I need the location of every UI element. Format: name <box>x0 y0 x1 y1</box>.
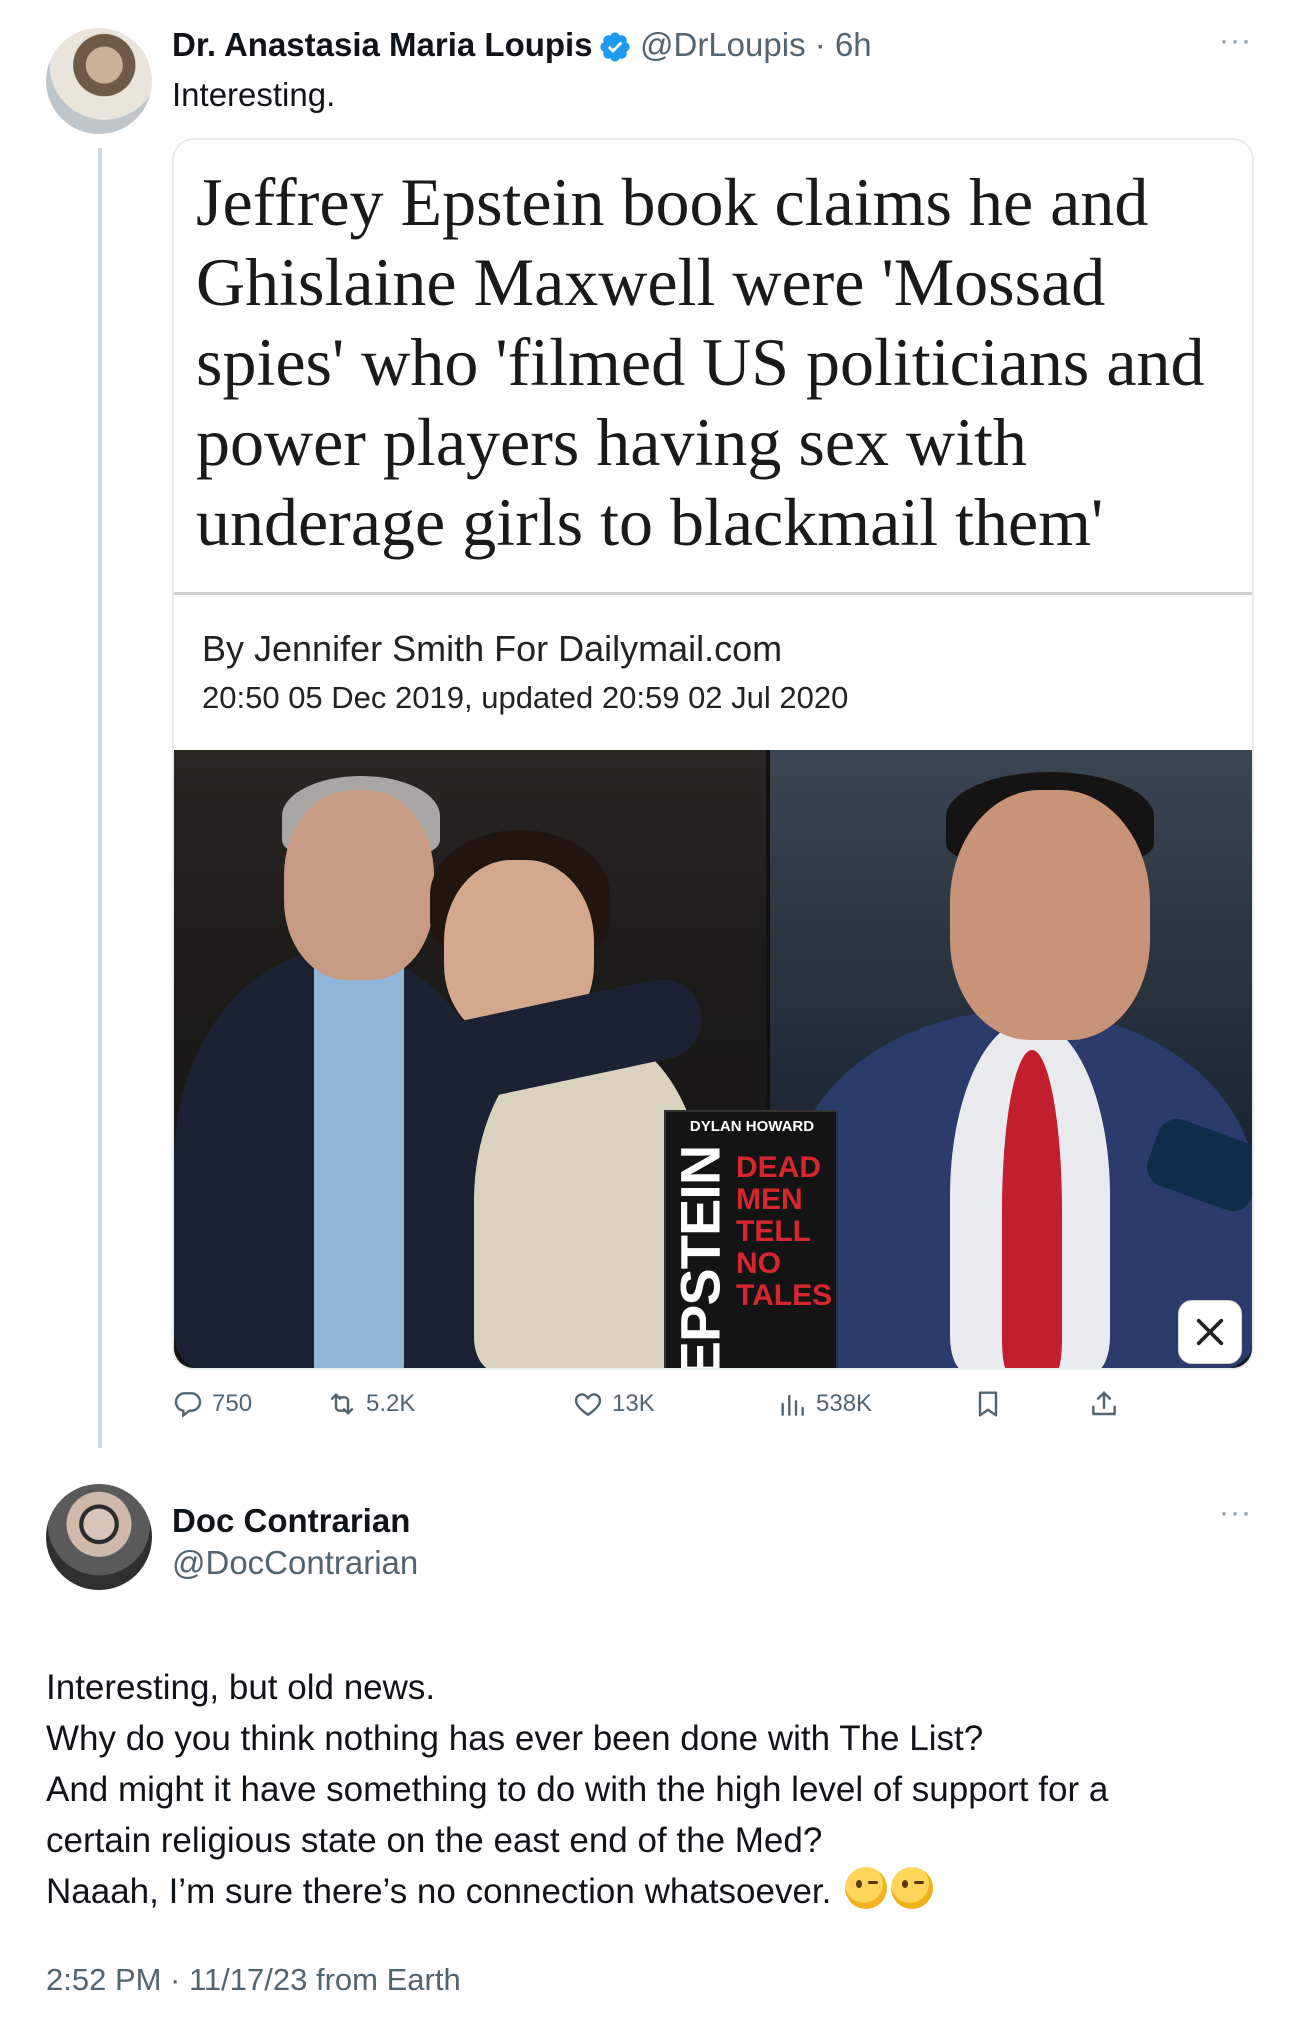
reply-text-line: Naaah, I’m sure there’s no connection wh… <box>46 1872 832 1911</box>
photo-right-panel <box>770 750 1252 1368</box>
winking-face-icon <box>845 1867 888 1909</box>
views-count: 538K <box>816 1390 873 1417</box>
reply-icon <box>174 1392 202 1418</box>
heart-icon <box>574 1393 602 1417</box>
reply-more-options-icon[interactable]: ··· <box>1219 1496 1252 1530</box>
tweet-text: Interesting. <box>172 76 336 113</box>
reply-text-line: And might it have something to do with t… <box>46 1770 1109 1809</box>
repost-button[interactable]: 5.2K <box>326 1388 415 1420</box>
book-author: DYLAN HOWARD <box>689 1118 815 1135</box>
like-button[interactable]: 13K <box>572 1388 655 1420</box>
winking-face-icon <box>891 1867 934 1909</box>
views-button[interactable]: 538K <box>776 1388 872 1420</box>
thread-line <box>98 148 102 1448</box>
article-dateline: 20:50 05 Dec 2019, updated 20:59 02 Jul … <box>202 680 849 715</box>
bookmark-icon <box>978 1391 998 1417</box>
repost-count: 5.2K <box>366 1390 416 1417</box>
book-cover: DYLAN HOWARD EPSTEIN DEAD MEN TELL NO TA… <box>664 1110 838 1368</box>
share-icon <box>1092 1391 1116 1416</box>
original-tweet[interactable]: Dr. Anastasia Maria Loupis @DrLoupis · 6… <box>0 0 1292 1480</box>
photo-figure <box>1002 1050 1062 1368</box>
like-count: 13K <box>612 1390 655 1417</box>
repost-icon <box>330 1393 354 1415</box>
reply-author-avatar[interactable] <box>46 1484 152 1590</box>
reply-author-handle[interactable]: @DocContrarian <box>172 1544 418 1582</box>
reply-author-name[interactable]: Doc Contrarian <box>172 1502 410 1540</box>
article-headline: Jeffrey Epstein book claims he and Ghisl… <box>196 164 1205 560</box>
card-divider <box>174 592 1252 595</box>
action-bar: 750 5.2K 13K 538K <box>172 1388 1172 1432</box>
author-name[interactable]: Dr. Anastasia Maria Loupis <box>172 26 593 64</box>
bookmark-button[interactable] <box>972 1388 1004 1420</box>
author-handle-time[interactable]: @DrLoupis · 6h <box>640 26 872 64</box>
reply-text-line: certain religious state on the east end … <box>46 1821 823 1860</box>
views-icon <box>781 1394 804 1416</box>
article-byline: By Jennifer Smith For Dailymail.com <box>202 628 783 669</box>
verified-badge-icon <box>600 32 630 62</box>
photo-figure <box>950 790 1150 1040</box>
close-button[interactable] <box>1178 1300 1242 1364</box>
share-button[interactable] <box>1088 1388 1120 1420</box>
book-spine: EPSTEIN <box>669 1146 732 1368</box>
reply-timestamp[interactable]: 2:52 PM · 11/17/23 from Earth <box>46 1962 461 1998</box>
photo-figure <box>314 960 404 1368</box>
more-options-icon[interactable]: ··· <box>1219 24 1252 58</box>
book-title-line: NO <box>736 1247 781 1280</box>
author-avatar[interactable] <box>46 28 152 134</box>
article-card[interactable]: Jeffrey Epstein book claims he and Ghisl… <box>172 138 1254 1370</box>
reply-count: 750 <box>212 1390 253 1417</box>
reply-text-line: Interesting, but old news. <box>46 1668 436 1707</box>
book-title-line: TALES <box>736 1279 833 1312</box>
book-title-line: MEN <box>736 1183 803 1216</box>
reply-text-line: Why do you think nothing has ever been d… <box>46 1719 984 1758</box>
reply-button[interactable]: 750 <box>172 1388 252 1420</box>
photo-figure <box>284 790 434 980</box>
book-spine-title: EPSTEIN <box>668 1145 732 1370</box>
reply-text: Interesting, but old news. Why do you th… <box>46 1662 1246 1917</box>
book-title-line: DEAD <box>736 1151 822 1184</box>
reply-text-line-last: Naaah, I’m sure there’s no connection wh… <box>46 1866 1246 1917</box>
close-icon <box>1196 1318 1224 1346</box>
article-photo[interactable]: DYLAN HOWARD EPSTEIN DEAD MEN TELL NO TA… <box>174 750 1252 1368</box>
book-title: DEAD MEN TELL NO TALES <box>736 1152 836 1312</box>
book-title-line: TELL <box>736 1215 811 1248</box>
